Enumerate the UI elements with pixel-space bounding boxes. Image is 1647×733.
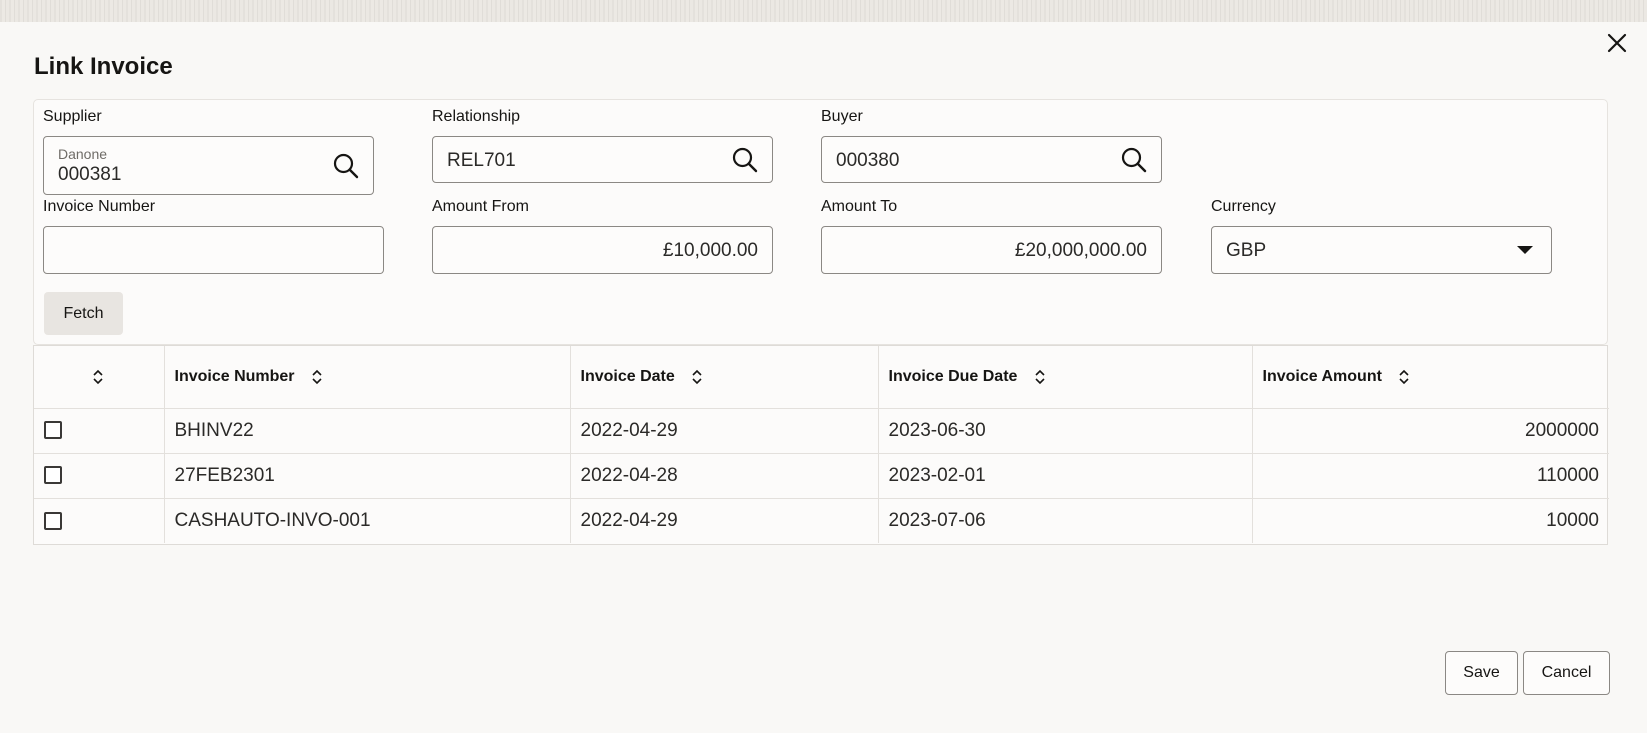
table-row[interactable]: CASHAUTO-INVO-001 2022-04-29 2023-07-06 … — [34, 498, 1609, 543]
cell-invoice-number: CASHAUTO-INVO-001 — [164, 498, 571, 543]
dialog-title: Link Invoice — [34, 53, 173, 80]
save-button[interactable]: Save — [1445, 651, 1518, 695]
relationship-field[interactable]: REL701 — [432, 136, 773, 183]
relationship-label: Relationship — [432, 108, 521, 125]
column-header-label: Invoice Number — [174, 367, 295, 385]
amount-to-label: Amount To — [821, 198, 898, 215]
column-header-invoice-amount[interactable]: Invoice Amount — [1252, 346, 1609, 409]
supplier-label: Supplier — [43, 108, 102, 125]
cell-invoice-number: 27FEB2301 — [164, 453, 571, 499]
search-icon — [1121, 147, 1147, 173]
column-header-invoice-date[interactable]: Invoice Date — [570, 346, 879, 409]
column-header-label: Invoice Amount — [1262, 367, 1382, 385]
buyer-field[interactable]: 000380 — [821, 136, 1162, 183]
supplier-name-hint: Danone — [58, 146, 108, 162]
cell-invoice-date: 2022-04-29 — [570, 408, 879, 454]
buyer-value: 000380 — [836, 150, 900, 171]
cell-invoice-number: BHINV22 — [164, 408, 571, 454]
search-icon — [732, 147, 758, 173]
invoice-table: Invoice Number Invoice Date Invoice Due … — [33, 345, 1609, 545]
relationship-search-button[interactable] — [730, 145, 760, 175]
row-checkbox[interactable] — [44, 421, 62, 440]
supplier-search-button[interactable] — [331, 151, 361, 181]
column-header-label: Invoice Date — [580, 367, 675, 385]
cell-due-date: 2023-02-01 — [878, 453, 1253, 499]
column-header-invoice-number[interactable]: Invoice Number — [164, 346, 571, 409]
table-header-row: Invoice Number Invoice Date Invoice Due … — [34, 346, 1609, 409]
currency-select[interactable]: GBP — [1211, 226, 1552, 274]
amount-from-value: £10,000.00 — [662, 240, 758, 261]
invoice-number-field[interactable] — [43, 226, 384, 274]
chevron-down-icon — [1517, 246, 1533, 254]
cell-invoice-amount: 10000 — [1546, 509, 1599, 531]
sort-icon[interactable] — [311, 369, 323, 385]
cell-due-date: 2023-07-06 — [878, 498, 1253, 543]
amount-from-field[interactable]: £10,000.00 — [432, 226, 773, 274]
amount-from-label: Amount From — [432, 198, 529, 215]
currency-value: GBP — [1226, 240, 1267, 261]
row-checkbox[interactable] — [44, 466, 62, 485]
supplier-value: 000381 — [58, 164, 122, 185]
amount-to-value: £20,000,000.00 — [1014, 240, 1147, 261]
sort-icon[interactable] — [691, 369, 703, 385]
select-column-header[interactable] — [34, 346, 165, 409]
invoice-number-label: Invoice Number — [43, 198, 156, 215]
sort-icon[interactable] — [1034, 369, 1046, 385]
search-icon — [333, 153, 359, 179]
row-checkbox[interactable] — [44, 511, 62, 530]
table-row[interactable]: 27FEB2301 2022-04-28 2023-02-01 110000 — [34, 453, 1609, 499]
close-button[interactable] — [1604, 30, 1630, 56]
table-row[interactable]: BHINV22 2022-04-29 2023-06-30 2000000 — [34, 408, 1609, 454]
cell-invoice-date: 2022-04-28 — [570, 453, 879, 499]
supplier-field[interactable]: Danone 000381 — [43, 136, 374, 195]
cell-invoice-date: 2022-04-29 — [570, 498, 879, 543]
cell-invoice-amount: 110000 — [1252, 453, 1609, 499]
buyer-search-button[interactable] — [1119, 145, 1149, 175]
amount-to-field[interactable]: £20,000,000.00 — [821, 226, 1162, 274]
buyer-label: Buyer — [821, 108, 863, 125]
sort-icon[interactable] — [1398, 369, 1410, 385]
currency-label: Currency — [1211, 198, 1276, 215]
fetch-button[interactable]: Fetch — [44, 292, 123, 335]
background-page-strip — [0, 0, 1647, 22]
column-header-invoice-due-date[interactable]: Invoice Due Date — [878, 346, 1253, 409]
sort-icon[interactable] — [92, 369, 104, 385]
relationship-value: REL701 — [447, 150, 516, 171]
cell-invoice-amount: 2000000 — [1252, 408, 1609, 454]
cell-due-date: 2023-06-30 — [878, 408, 1253, 454]
cancel-button[interactable]: Cancel — [1523, 651, 1610, 695]
column-header-label: Invoice Due Date — [888, 367, 1018, 385]
close-icon — [1607, 33, 1627, 53]
